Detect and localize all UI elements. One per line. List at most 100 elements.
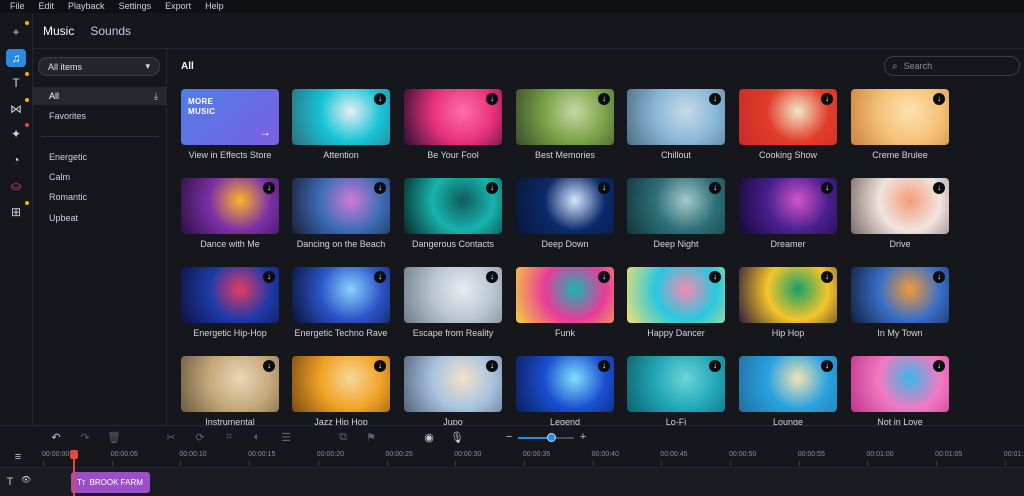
track-card[interactable]: ↓ Drive: [851, 178, 949, 250]
track-card[interactable]: ↓ Energetic Techno Rave: [292, 267, 390, 339]
tab-music[interactable]: Music: [43, 24, 74, 38]
title-clip[interactable]: Tт BROOK FARM: [71, 472, 150, 493]
track-card[interactable]: ↓ Legend: [516, 356, 614, 428]
download-icon[interactable]: ↓: [263, 360, 275, 372]
track-card[interactable]: ↓ Jupo: [404, 356, 502, 428]
track-card[interactable]: ↓ Instrumental: [181, 356, 279, 428]
download-icon[interactable]: ↓: [598, 360, 610, 372]
download-icon[interactable]: ↓: [263, 271, 275, 283]
category-all[interactable]: All ⤓: [33, 87, 166, 105]
download-icon[interactable]: ↓: [709, 271, 721, 283]
track-card[interactable]: ↓ Jazz Hip Hop: [292, 356, 390, 428]
menu-help[interactable]: Help: [205, 0, 224, 13]
track-card[interactable]: ↓ Funk: [516, 267, 614, 339]
download-icon[interactable]: ↓: [933, 271, 945, 283]
download-icon[interactable]: ↓: [821, 360, 833, 372]
download-icon[interactable]: ↓: [374, 271, 386, 283]
delete-button[interactable]: 🗑: [106, 429, 122, 445]
timeline-ruler[interactable]: ≡ 00:00:00 00:00:05 00:00:10 00:00:15 00:00:…: [0, 447, 1024, 467]
effects-store-card[interactable]: MORE MUSIC → View in Effects Store: [181, 89, 279, 161]
menu-export[interactable]: Export: [165, 0, 191, 13]
track-card[interactable]: ↓ Deep Down: [516, 178, 614, 250]
download-icon[interactable]: ↓: [709, 182, 721, 194]
zoom-in-button[interactable]: +: [575, 429, 591, 445]
clip-properties-button[interactable]: ☰: [278, 429, 294, 445]
category-romantic[interactable]: Romantic: [33, 188, 166, 206]
download-icon[interactable]: ↓: [374, 360, 386, 372]
download-icon[interactable]: ↓: [486, 93, 498, 105]
track-card[interactable]: ↓ Cooking Show: [739, 89, 837, 161]
effects-button[interactable]: ✦: [6, 123, 29, 143]
track-card[interactable]: ↓ Lo-Fi: [627, 356, 725, 428]
zoom-slider[interactable]: [518, 433, 574, 442]
visibility-eye-icon[interactable]: 👁: [18, 471, 34, 487]
store-button[interactable]: ⛀: [6, 177, 26, 195]
track-card[interactable]: ↓ Escape from Reality: [404, 267, 502, 339]
more-tools-button[interactable]: ⊞: [6, 201, 29, 221]
menu-edit[interactable]: Edit: [39, 0, 55, 13]
undo-button[interactable]: ↶: [48, 429, 64, 445]
category-calm[interactable]: Calm: [33, 168, 166, 186]
category-upbeat[interactable]: Upbeat: [33, 209, 166, 227]
category-favorites[interactable]: Favorites: [33, 107, 166, 125]
download-icon[interactable]: ↓: [709, 93, 721, 105]
category-energetic[interactable]: Energetic: [33, 148, 166, 166]
overlay-button[interactable]: ⧉: [335, 429, 351, 445]
download-icon[interactable]: ↓: [709, 360, 721, 372]
tab-sounds[interactable]: Sounds: [90, 24, 131, 38]
track-card[interactable]: ↓ Be Your Fool: [404, 89, 502, 161]
download-icon[interactable]: ↓: [374, 182, 386, 194]
search-input[interactable]: [903, 61, 1021, 71]
download-icon[interactable]: ↓: [821, 182, 833, 194]
marker-button[interactable]: ⚑: [363, 429, 379, 445]
track-card[interactable]: ↓ In My Town: [851, 267, 949, 339]
download-icon[interactable]: ↓: [486, 360, 498, 372]
download-icon[interactable]: ↓: [933, 182, 945, 194]
download-icon[interactable]: ↓: [821, 271, 833, 283]
track-card[interactable]: ↓ Energetic Hip-Hop: [181, 267, 279, 339]
music-button[interactable]: ♫: [6, 49, 26, 67]
track-card[interactable]: ↓ Dangerous Contacts: [404, 178, 502, 250]
menu-file[interactable]: File: [10, 0, 25, 13]
track-card[interactable]: ↓ Not in Love: [851, 356, 949, 428]
download-icon[interactable]: ↓: [374, 93, 386, 105]
download-icon[interactable]: ↓: [486, 182, 498, 194]
download-icon[interactable]: ↓: [263, 182, 275, 194]
transitions-button[interactable]: ⋈: [6, 98, 29, 118]
add-track-button[interactable]: ≡: [10, 449, 26, 465]
rotate-button[interactable]: ⟳: [192, 429, 208, 445]
track-card[interactable]: ↓ Dance with Me: [181, 178, 279, 250]
track-card[interactable]: ↓ Deep Night: [627, 178, 725, 250]
redo-button[interactable]: ↷: [77, 429, 93, 445]
track-card[interactable]: ↓ Dreamer: [739, 178, 837, 250]
color-adjust-button[interactable]: ◐: [249, 429, 265, 445]
menu-settings[interactable]: Settings: [119, 0, 152, 13]
zoom-out-button[interactable]: −: [501, 429, 517, 445]
track-card[interactable]: ↓ Lounge: [739, 356, 837, 428]
track-card[interactable]: ↓ Dancing on the Beach: [292, 178, 390, 250]
items-filter-dropdown[interactable]: All items ▾: [38, 57, 160, 76]
track-card[interactable]: ↓ Happy Dancer: [627, 267, 725, 339]
add-button[interactable]: +: [6, 21, 29, 41]
download-icon[interactable]: ↓: [598, 93, 610, 105]
download-icon[interactable]: ↓: [486, 271, 498, 283]
record-video-button[interactable]: ◉: [421, 429, 437, 445]
download-icon[interactable]: ↓: [598, 182, 610, 194]
download-icon[interactable]: ↓: [598, 271, 610, 283]
crop-button[interactable]: ⌗: [221, 429, 237, 445]
titles-button[interactable]: T: [6, 72, 29, 92]
track-card[interactable]: ↓ Creme Brulee: [851, 89, 949, 161]
record-audio-button[interactable]: 🎙: [449, 429, 465, 445]
cut-button[interactable]: ✂: [163, 429, 179, 445]
download-icon[interactable]: ⤓: [154, 91, 158, 102]
playhead-handle[interactable]: [70, 450, 78, 459]
track-card[interactable]: ↓ Hip Hop: [739, 267, 837, 339]
track-card[interactable]: ↓ Attention: [292, 89, 390, 161]
download-icon[interactable]: ↓: [933, 360, 945, 372]
zoom-slider-handle[interactable]: [546, 433, 556, 442]
track-card[interactable]: ↓ Chillout: [627, 89, 725, 161]
download-icon[interactable]: ↓: [933, 93, 945, 105]
menu-playback[interactable]: Playback: [68, 0, 105, 13]
stickers-button[interactable]: ◔: [6, 151, 26, 169]
download-icon[interactable]: ↓: [821, 93, 833, 105]
